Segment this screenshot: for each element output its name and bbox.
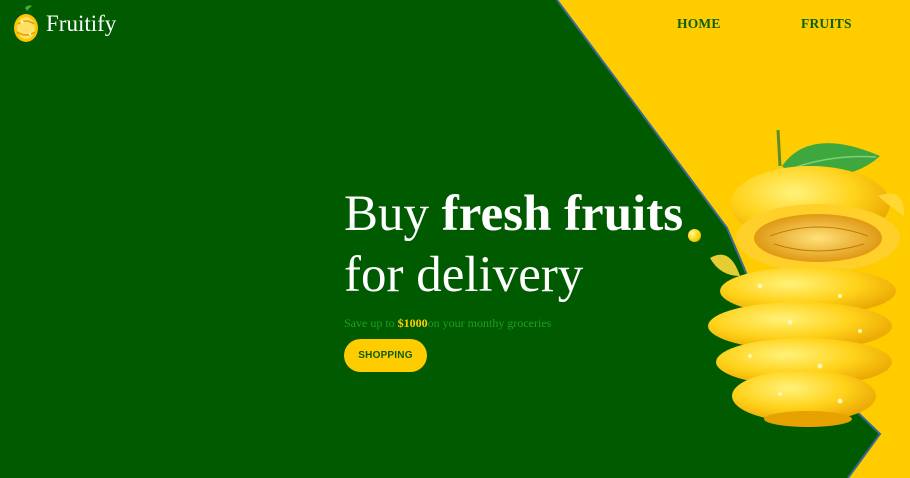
sliced-orange-illustration (708, 129, 905, 427)
headline-line2: for delivery (344, 247, 584, 303)
headline-prefix: Buy (344, 186, 442, 242)
hero-subtext: Save up to $1000on your monthy groceries (344, 316, 683, 331)
hero-section: Buy fresh fruits for delivery Save up to … (344, 184, 683, 372)
subtext-suffix: on your monthy groceries (427, 316, 552, 330)
nav-link-home[interactable]: HOME (677, 16, 721, 32)
main-nav: HOME FRUITS (0, 16, 910, 36)
headline-bold: fresh fruits (441, 186, 684, 242)
subtext-amount: $1000 (397, 316, 428, 330)
hero-headline: Buy fresh fruits for delivery (344, 184, 683, 306)
shopping-button[interactable]: SHOPPING (344, 339, 427, 372)
subtext-prefix: Save up to (344, 316, 398, 330)
nav-link-fruits[interactable]: FRUITS (801, 16, 852, 32)
